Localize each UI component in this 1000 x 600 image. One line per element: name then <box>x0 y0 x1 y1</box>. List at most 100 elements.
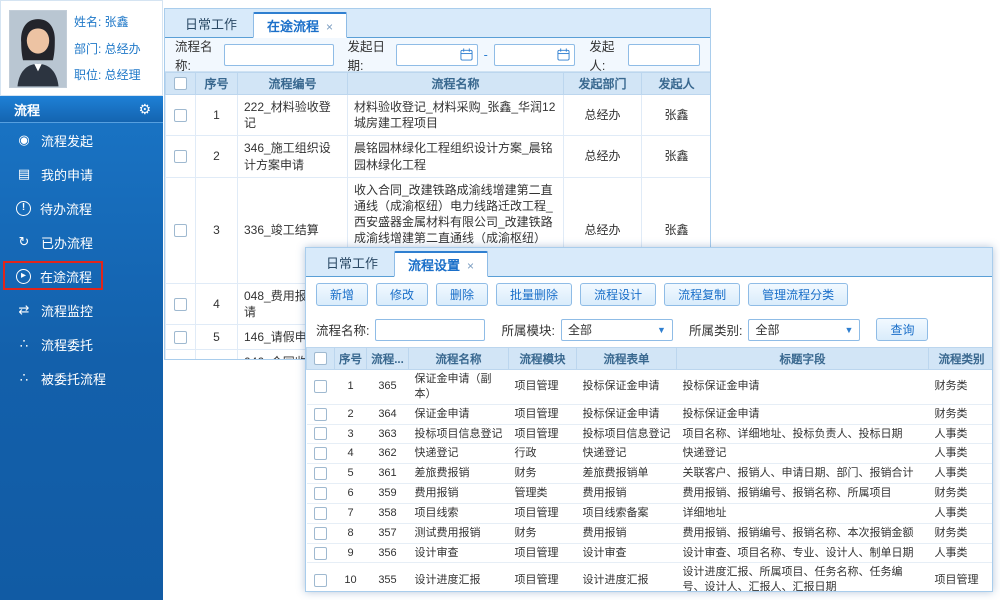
checkbox[interactable] <box>314 574 327 587</box>
cell-title_field: 关联客户、报销人、申请日期、部门、报销合计 <box>677 464 929 484</box>
cell-module: 管理类 <box>509 484 577 504</box>
checkbox[interactable] <box>174 331 187 344</box>
checkbox[interactable] <box>174 109 187 122</box>
cell-module: 财务 <box>509 523 577 543</box>
checkbox-cell <box>166 350 196 360</box>
checkbox[interactable] <box>314 380 327 393</box>
process-settings-table-row[interactable]: 5361差旅费报销财务差旅费报销单关联客户、报销人、申请日期、部门、报销合计人事… <box>307 464 994 484</box>
process-settings-table-row[interactable]: 8357测试费用报销财务费用报销费用报销、报销编号、报销名称、本次报销金额财务类 <box>307 523 994 543</box>
sitemap-icon: ∴ <box>16 336 32 352</box>
cell-no: 1 <box>335 370 367 405</box>
query-button[interactable]: 查询 <box>876 318 928 341</box>
sidebar: 姓名: 张鑫 部门: 总经办 职位: 总经理 流程 ⚙ ◉流程发起▤我的申请!待… <box>0 0 163 600</box>
cell-form: 投标保证金申请 <box>577 404 677 424</box>
process-design-button[interactable]: 流程设计 <box>580 283 656 306</box>
column-header: 流程类别 <box>929 348 994 370</box>
category-select[interactable]: 全部 ▼ <box>748 319 860 341</box>
date-from-input[interactable] <box>396 44 478 66</box>
chevron-down-icon: ▼ <box>657 325 666 335</box>
process-name-input[interactable] <box>224 44 334 66</box>
checkbox[interactable] <box>314 527 327 540</box>
process-settings-table-row[interactable]: 2364保证金申请项目管理投标保证金申请投标保证金申请财务类 <box>307 404 994 424</box>
manage-process-category-button[interactable]: 管理流程分类 <box>748 283 848 306</box>
sidebar-item-process-delegation[interactable]: ∴流程委托 <box>0 327 163 361</box>
cell-no: 4 <box>196 283 238 324</box>
checkbox[interactable] <box>174 298 187 311</box>
in-transit-table-row[interactable]: 2346_施工组织设计方案申请晨铭园林绿化工程组织设计方案_晨铭园林绿化工程总经… <box>166 136 712 177</box>
column-header: 标题字段 <box>677 348 929 370</box>
tab-process-settings[interactable]: 流程设置× <box>394 251 488 277</box>
sidebar-item-delegated-process[interactable]: ∴被委托流程 <box>0 361 163 395</box>
sidebar-item-process-launch[interactable]: ◉流程发起 <box>0 123 163 157</box>
cell-dept: 总经办 <box>564 95 642 136</box>
column-header: 序号 <box>196 73 238 95</box>
cell-no: 3 <box>196 177 238 283</box>
date-range-separator: - <box>484 48 488 62</box>
sidebar-item-label: 流程发起 <box>41 131 93 150</box>
checkbox[interactable] <box>174 77 187 90</box>
cell-name: 晨铭园林绿化工程组织设计方案_晨铭园林绿化工程 <box>348 136 564 177</box>
cell-no: 6 <box>335 484 367 504</box>
process-settings-table-row[interactable]: 9356设计审查项目管理设计审查设计审查、项目名称、专业、设计人、制单日期人事类 <box>307 543 994 563</box>
tab-label: 日常工作 <box>185 17 237 32</box>
date-to-input[interactable] <box>494 44 576 66</box>
batch-delete-button[interactable]: 批量删除 <box>496 283 572 306</box>
in-transit-table-row[interactable]: 1222_材料验收登记材料验收登记_材料采购_张鑫_华润12城房建工程项目总经办… <box>166 95 712 136</box>
checkbox[interactable] <box>174 224 187 237</box>
cell-no: 9 <box>335 543 367 563</box>
avatar <box>9 10 67 88</box>
delete-button[interactable]: 删除 <box>436 283 488 306</box>
tab-daily-work[interactable]: 日常工作 <box>171 11 251 37</box>
cell-no: 8 <box>335 523 367 543</box>
window2-toolbar: 新增修改删除批量删除流程设计流程复制管理流程分类 <box>306 277 992 312</box>
checkbox-cell <box>307 523 335 543</box>
cell-category: 人事类 <box>929 444 994 464</box>
sidebar-item-my-application[interactable]: ▤我的申请 <box>0 157 163 191</box>
checkbox[interactable] <box>314 447 327 460</box>
process-name-input-2[interactable] <box>375 319 485 341</box>
process-copy-button[interactable]: 流程复制 <box>664 283 740 306</box>
cell-person: 张鑫 <box>642 95 712 136</box>
process-settings-table-row[interactable]: 1365保证金申请（副本）项目管理投标保证金申请投标保证金申请财务类 <box>307 370 994 405</box>
checkbox[interactable] <box>314 487 327 500</box>
process-settings-table-row[interactable]: 4362快递登记行政快递登记快递登记人事类 <box>307 444 994 464</box>
cell-title_field: 设计进度汇报、所属项目、任务名称、任务编号、设计人、汇报人、汇报日期 <box>677 563 929 592</box>
sidebar-item-done-process[interactable]: ↻已办流程 <box>0 225 163 259</box>
initiator-input[interactable] <box>628 44 700 66</box>
tab-daily-work-2[interactable]: 日常工作 <box>312 250 392 276</box>
process-settings-table-row[interactable]: 10355设计进度汇报项目管理设计进度汇报设计进度汇报、所属项目、任务名称、任务… <box>307 563 994 592</box>
checkbox[interactable] <box>174 150 187 163</box>
profile-card: 姓名: 张鑫 部门: 总经办 职位: 总经理 <box>0 0 163 96</box>
module-select[interactable]: 全部 ▼ <box>561 319 673 341</box>
sync-icon: ⇄ <box>16 302 32 318</box>
checkbox[interactable] <box>314 427 327 440</box>
checkbox[interactable] <box>314 507 327 520</box>
tab-close-icon[interactable]: × <box>467 259 474 273</box>
start-date-label: 发起日期: <box>348 36 391 74</box>
cell-dept: 总经办 <box>564 136 642 177</box>
sidebar-item-pending-process[interactable]: !待办流程 <box>0 191 163 225</box>
tab-in-transit-process[interactable]: 在途流程× <box>253 12 347 38</box>
cell-category: 人事类 <box>929 424 994 444</box>
process-settings-table-row[interactable]: 7358项目线索项目管理项目线索备案详细地址人事类 <box>307 503 994 523</box>
cell-module: 项目管理 <box>509 370 577 405</box>
profile-department: 部门: 总经办 <box>74 40 141 57</box>
checkbox[interactable] <box>314 467 327 480</box>
checkbox[interactable] <box>314 408 327 421</box>
checkbox[interactable] <box>314 547 327 560</box>
cell-no: 1 <box>196 95 238 136</box>
gear-icon[interactable]: ⚙ <box>138 101 151 118</box>
cell-category: 财务类 <box>929 370 994 405</box>
column-header: 流程名称 <box>409 348 509 370</box>
sidebar-item-label: 流程监控 <box>41 301 93 320</box>
sidebar-item-process-monitor[interactable]: ⇄ 流程监控 <box>0 293 163 327</box>
process-settings-table-row[interactable]: 6359费用报销管理类费用报销费用报销、报销编号、报销名称、所属项目财务类 <box>307 484 994 504</box>
tab-close-icon[interactable]: × <box>326 20 333 34</box>
checkbox[interactable] <box>314 352 327 365</box>
process-settings-table-row[interactable]: 3363投标项目信息登记项目管理投标项目信息登记项目名称、详细地址、投标负责人、… <box>307 424 994 444</box>
edit-button[interactable]: 修改 <box>376 283 428 306</box>
sidebar-item-in-transit-process[interactable]: ▸在途流程 <box>0 259 163 293</box>
add-button[interactable]: 新增 <box>316 283 368 306</box>
sidebar-item-label: 在途流程 <box>40 267 92 286</box>
cell-code: 359 <box>367 484 409 504</box>
